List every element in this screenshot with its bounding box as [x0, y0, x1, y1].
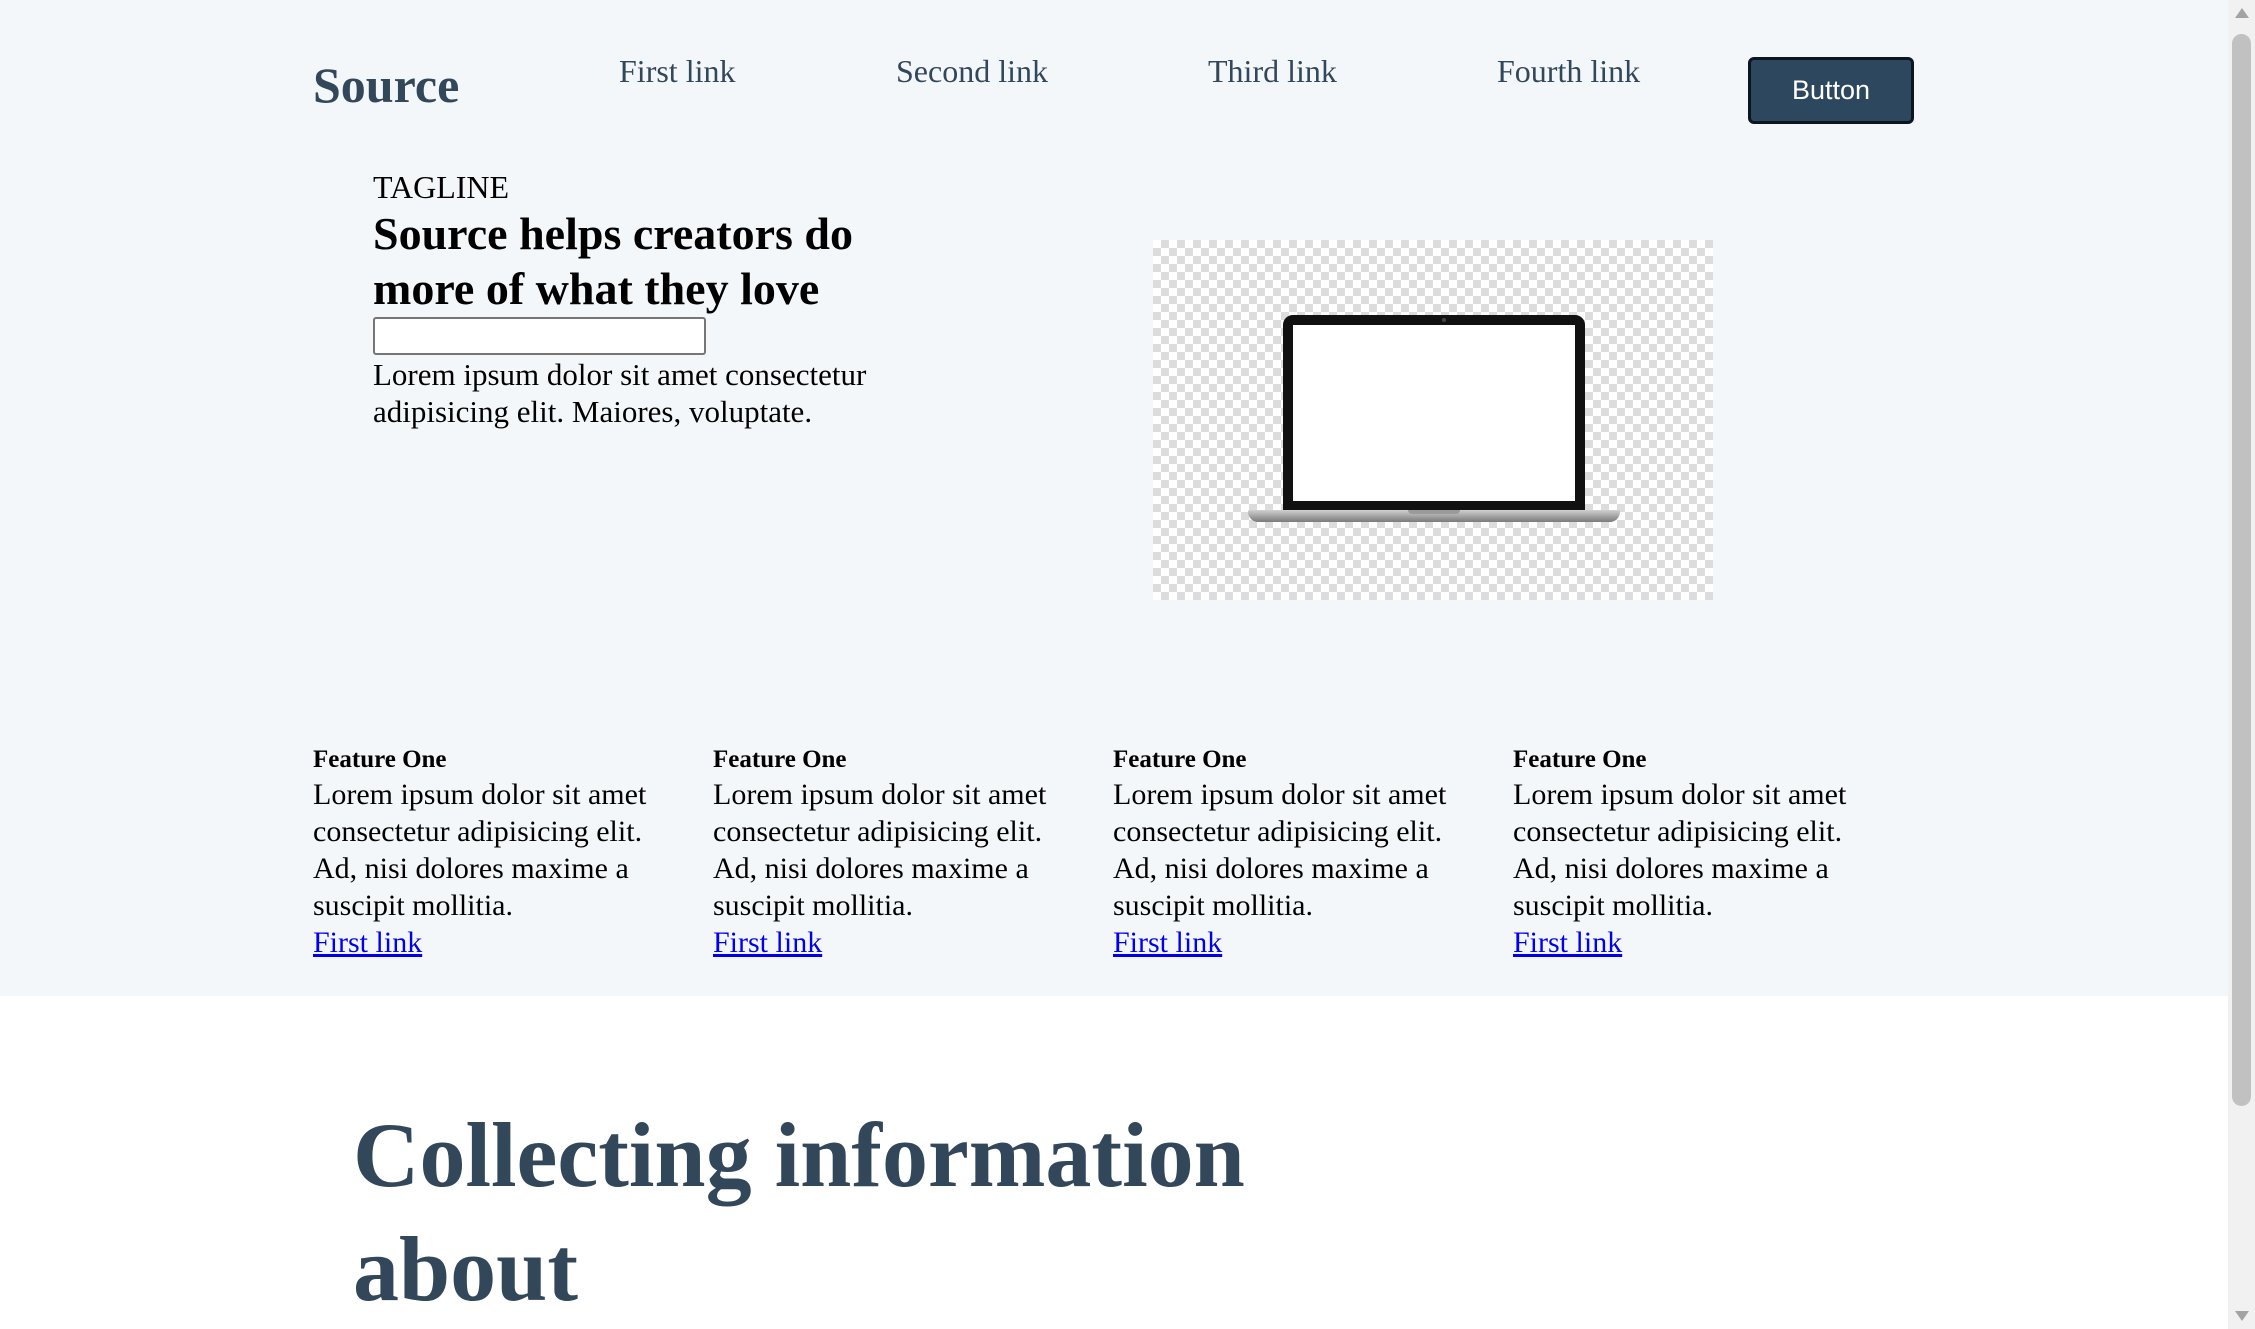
tagline: TAGLINE	[373, 169, 510, 205]
feature-title: Feature One	[713, 746, 847, 773]
feature-title: Feature One	[313, 746, 447, 773]
hero-input[interactable]	[373, 317, 706, 355]
feature-card: Feature One Lorem ipsum dolor sit amet c…	[713, 744, 1083, 961]
feature-text: Lorem ipsum dolor sit amet consectetur a…	[313, 778, 647, 922]
feature-link[interactable]: First link	[1513, 924, 1622, 961]
nav-link-first[interactable]: First link	[619, 52, 735, 90]
feature-card: Feature One Lorem ipsum dolor sit amet c…	[1513, 744, 1883, 961]
laptop-screen	[1283, 315, 1585, 511]
hero-description: Lorem ipsum dolor sit amet consectetur a…	[373, 357, 867, 429]
feature-title: Feature One	[1113, 746, 1247, 773]
hero-headline: Source helps creators do more of what th…	[373, 208, 853, 314]
feature-link[interactable]: First link	[1113, 924, 1222, 961]
section-heading: Collecting information about	[353, 1104, 1245, 1320]
brand-logo[interactable]: Source	[313, 55, 459, 115]
laptop-base	[1248, 510, 1620, 522]
vertical-scrollbar[interactable]	[2228, 0, 2255, 1329]
nav-button[interactable]: Button	[1748, 57, 1914, 124]
feature-card: Feature One Lorem ipsum dolor sit amet c…	[1113, 744, 1483, 961]
feature-text: Lorem ipsum dolor sit amet consectetur a…	[1513, 778, 1847, 922]
feature-link[interactable]: First link	[313, 924, 422, 961]
nav-link-second[interactable]: Second link	[896, 52, 1048, 90]
scroll-down-arrow-icon[interactable]	[2235, 1311, 2249, 1321]
scroll-up-arrow-icon[interactable]	[2235, 8, 2249, 18]
feature-text: Lorem ipsum dolor sit amet consectetur a…	[713, 778, 1047, 922]
feature-title: Feature One	[1513, 746, 1647, 773]
nav-link-fourth[interactable]: Fourth link	[1497, 52, 1640, 90]
laptop-notch	[1408, 510, 1460, 514]
laptop-image	[1153, 240, 1713, 600]
laptop-camera	[1442, 318, 1446, 322]
feature-text: Lorem ipsum dolor sit amet consectetur a…	[1113, 778, 1447, 922]
nav-link-third[interactable]: Third link	[1208, 52, 1337, 90]
hero-section: Source First link Second link Third link…	[0, 0, 2228, 996]
feature-card: Feature One Lorem ipsum dolor sit amet c…	[313, 744, 683, 961]
scrollbar-thumb[interactable]	[2232, 34, 2251, 1106]
feature-link[interactable]: First link	[713, 924, 822, 961]
page: Source First link Second link Third link…	[0, 0, 2228, 1329]
